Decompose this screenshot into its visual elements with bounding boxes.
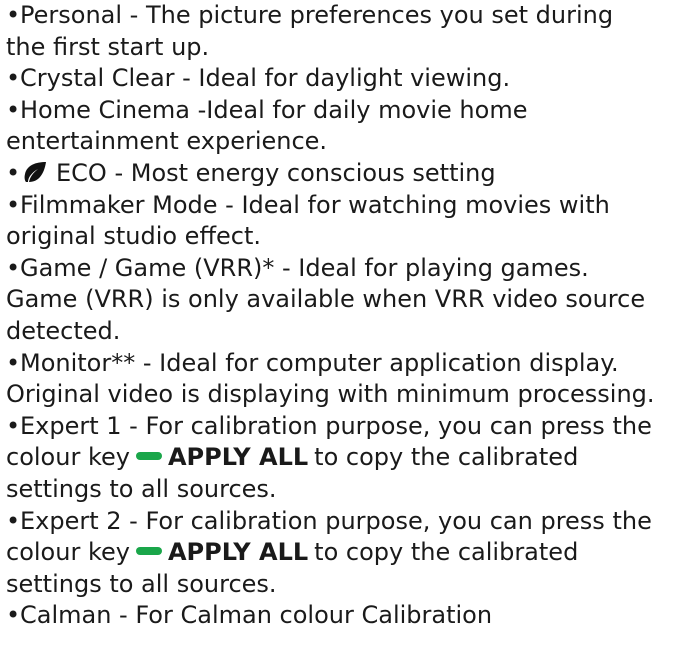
item-text: Home Cinema -Ideal for daily movie home [20, 95, 528, 124]
list-item-expert-2: •Expert 2 - For calibration purpose, you… [6, 506, 682, 538]
bullet: • [6, 601, 21, 630]
list-item-calman: •Calman - For Calman colour Calibration [6, 600, 682, 632]
item-text: entertainment experience. [6, 127, 328, 156]
eco-leaf-icon [22, 160, 48, 182]
list-item-continuation: Original video is displaying with minimu… [6, 379, 682, 411]
item-text: Original video is displaying with minimu… [6, 380, 655, 409]
green-colour-key-icon [135, 452, 162, 461]
item-text: Game / Game (VRR)* - Ideal for playing g… [20, 253, 589, 282]
item-text: Calman - For Calman colour Calibration [20, 601, 493, 630]
key-line-prefix: colour key [6, 538, 130, 567]
item-text: Expert 2 - For calibration purpose, you … [20, 506, 652, 535]
item-text: Crystal Clear - Ideal for daylight viewi… [20, 64, 511, 93]
green-colour-key-icon [135, 547, 162, 556]
item-text: the first start up. [6, 32, 210, 61]
apply-all-label: APPLY ALL [167, 538, 309, 567]
item-text: original studio effect. [6, 222, 261, 251]
list-item-crystal-clear: •Crystal Clear - Ideal for daylight view… [6, 63, 682, 95]
list-item-eco: • ECO - Most energy conscious setting [6, 158, 682, 190]
list-item-continuation: original studio effect. [6, 221, 682, 253]
picture-style-list: •Personal - The picture preferences you … [0, 0, 682, 632]
list-item-monitor: •Monitor** - Ideal for computer applicat… [6, 348, 682, 380]
bullet: • [6, 158, 21, 187]
bullet: • [6, 95, 21, 124]
list-item-continuation: entertainment experience. [6, 126, 682, 158]
item-text: settings to all sources. [6, 474, 277, 503]
list-item-continuation: detected. [6, 316, 682, 348]
item-text: ECO - Most energy conscious setting [56, 158, 496, 187]
list-item-continuation: settings to all sources. [6, 474, 682, 506]
list-item-continuation: colour key APPLY ALL to copy the calibrate… [6, 537, 682, 569]
bullet: • [6, 411, 21, 440]
list-item-personal: •Personal - The picture preferences you … [6, 0, 682, 32]
list-item-home-cinema: •Home Cinema -Ideal for daily movie home [6, 95, 682, 127]
item-text: Filmmaker Mode - Ideal for watching movi… [20, 190, 610, 219]
key-line-suffix: to copy the calibrated [314, 443, 579, 472]
bullet: • [6, 506, 21, 535]
list-item-continuation: settings to all sources. [6, 569, 682, 601]
key-line-suffix: to copy the calibrated [314, 538, 579, 567]
bullet: • [6, 1, 21, 29]
key-line-prefix: colour key [6, 443, 130, 472]
list-item-filmmaker-mode: •Filmmaker Mode - Ideal for watching mov… [6, 190, 682, 222]
item-text: Personal - The picture preferences you s… [20, 1, 614, 29]
list-item-continuation: colour key APPLY ALL to copy the calibrate… [6, 442, 682, 474]
item-text: settings to all sources. [6, 569, 277, 598]
item-text: Expert 1 - For calibration purpose, you … [20, 411, 652, 440]
list-item-continuation: the first start up. [6, 32, 682, 64]
bullet: • [6, 190, 21, 219]
apply-all-label: APPLY ALL [167, 443, 309, 472]
bullet: • [6, 64, 21, 93]
item-text: Game (VRR) is only available when VRR vi… [6, 285, 646, 314]
list-item-game: •Game / Game (VRR)* - Ideal for playing … [6, 253, 682, 285]
list-item-expert-1: •Expert 1 - For calibration purpose, you… [6, 411, 682, 443]
list-item-continuation: Game (VRR) is only available when VRR vi… [6, 284, 682, 316]
item-text: detected. [6, 316, 121, 345]
bullet: • [6, 348, 21, 377]
item-text: Monitor** - Ideal for computer applicati… [20, 348, 619, 377]
bullet: • [6, 253, 21, 282]
